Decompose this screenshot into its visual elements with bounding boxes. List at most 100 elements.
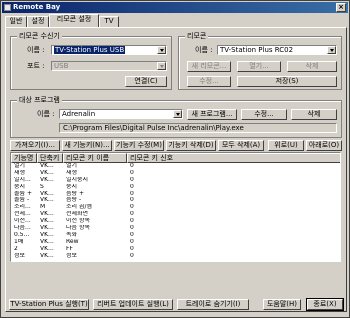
table-cell: 0 [130, 176, 134, 183]
table-cell: VK... [40, 252, 54, 259]
list-header: 기능명 단축키 리모콘 키 이름 리모콘 키 신호 [11, 153, 340, 163]
table-cell: VK... [40, 245, 54, 252]
table-row[interactable]: 이전... VK... 이전 항목 0 [11, 218, 340, 225]
table-cell: 0 [130, 190, 134, 197]
chevron-down-icon[interactable] [157, 46, 166, 54]
program-path: C:\Program Files\Digital Pulse Inc\adren… [59, 123, 337, 133]
target-program-group: 대상 프로그램 이름 : Adrenalin 새 프로그램... 수정... 삭… [10, 96, 342, 138]
delete-function-key-button[interactable]: 기능키 삭제(D) [166, 140, 216, 151]
save-remote-button[interactable]: 저장(S) [237, 76, 337, 87]
table-cell: 0 [130, 252, 134, 259]
remote-group-label: 리모콘 [185, 32, 209, 40]
table-cell: Rew [66, 238, 79, 245]
table-row[interactable]: 볼륨 + VK... 음량 + 0 [11, 191, 340, 198]
table-cell: 중지 [14, 183, 26, 190]
remote-name-select[interactable]: TV-Station Plus RC02 [217, 45, 337, 55]
table-row[interactable]: 다음... VK... 다음 항목 0 [11, 225, 340, 232]
table-cell: 정보 [66, 252, 78, 259]
remote-group: 리모콘 이름 : TV-Station Plus RC02 새 리모콘... 열… [178, 32, 342, 90]
chevron-down-icon[interactable] [173, 110, 182, 118]
table-cell: 소리... [14, 204, 31, 211]
exit-button[interactable]: 종료(X) [306, 298, 344, 311]
list-rows: 열기 VK... 열기 0 재생 VK... 재생 0 일시... VK... 일시중지 0 중지 S 중지… [11, 163, 340, 261]
table-row[interactable]: 중지 S 중지 0 [11, 184, 340, 191]
import-button[interactable]: 가져오기(I)... [10, 140, 60, 151]
target-name-select[interactable]: Adrenalin [59, 109, 183, 119]
tab-tv[interactable]: TV [99, 16, 119, 27]
table-cell: 1배 [14, 238, 24, 245]
help-button[interactable]: 도움말(H) [263, 299, 301, 310]
close-icon[interactable]: × [336, 3, 346, 12]
remote-name-value: TV-Station Plus RC02 [220, 46, 294, 54]
table-cell: 중지 [66, 183, 78, 190]
table-cell: 0 [130, 218, 134, 225]
move-up-button[interactable]: 위로(U) [268, 140, 304, 151]
table-row[interactable]: 볼륨 - VK... 음량 - 0 [11, 197, 340, 204]
new-function-key-button[interactable]: 새 기능키(N)... [62, 140, 112, 151]
column-header-remote-key-signal[interactable]: 리모콘 키 신호 [127, 153, 340, 163]
table-cell: VK... [40, 238, 54, 245]
new-program-button[interactable]: 새 프로그램... [187, 109, 237, 120]
table-cell: 이전... [14, 218, 31, 225]
table-row[interactable]: 정보 VK... 정보 0 [11, 253, 340, 260]
target-group-label: 대상 프로그램 [17, 96, 62, 104]
table-cell: 0 [130, 163, 134, 169]
table-cell: 2 [14, 245, 18, 252]
new-remote-button[interactable]: 새 리모콘... [187, 61, 231, 72]
table-row[interactable]: 재생 VK... 재생 0 [11, 170, 340, 177]
edit-remote-button[interactable]: 수정... [187, 76, 231, 87]
table-cell: 정보 [14, 252, 26, 259]
column-header-shortcut[interactable]: 단축키 [37, 153, 63, 163]
table-cell: 열기 [14, 163, 26, 169]
table-cell: VK... [40, 190, 54, 197]
table-cell: VK... [40, 225, 54, 232]
table-row[interactable]: 일시... VK... 일시중지 0 [11, 177, 340, 184]
table-cell: 전체... [14, 211, 31, 218]
table-cell: 일시... [14, 176, 31, 183]
window-title: Remote Bay [13, 3, 61, 11]
delete-all-button[interactable]: 모두 삭제(A) [218, 140, 264, 151]
tab-general[interactable]: 일반 [5, 16, 27, 27]
table-cell: S [40, 183, 44, 190]
open-remote-button[interactable]: 열기... [237, 61, 281, 72]
table-cell: 0 [130, 211, 134, 218]
table-row[interactable]: 0.5... VK... 녹화 0 [11, 232, 340, 239]
move-down-button[interactable]: 아래로(O) [306, 140, 342, 151]
column-header-remote-key-name[interactable]: 리모콘 키 이름 [63, 153, 127, 163]
edit-function-key-button[interactable]: 기능키 수정(M) [114, 140, 164, 151]
launch-tv-station-button[interactable]: TV-Station Plus 실행(T) [9, 299, 89, 310]
table-cell: VK... [40, 176, 54, 183]
table-cell: 열기 [66, 163, 78, 169]
receiver-group: 리모콘 수신기 이름 : TV-Station Plus USB 포트 : US… [10, 32, 172, 90]
table-cell: 0.5... [14, 231, 30, 238]
table-cell: 0 [130, 231, 134, 238]
table-cell: VK... [40, 197, 54, 204]
delete-remote-button[interactable]: 삭제 [287, 61, 337, 72]
function-key-list[interactable]: 기능명 단축키 리모콘 키 이름 리모콘 키 신호 열기 VK... 열기 0 재생 VK… [10, 152, 341, 262]
receiver-name-select[interactable]: TV-Station Plus USB [51, 45, 167, 55]
table-cell: 0 [130, 225, 134, 232]
edit-program-button[interactable]: 수정... [241, 109, 287, 120]
tab-settings[interactable]: 설정 [27, 16, 49, 27]
table-cell: 다음 항목 [66, 225, 90, 232]
app-icon [4, 4, 11, 11]
tab-remote-settings[interactable]: 리모콘 설정 [49, 14, 99, 27]
column-header-function[interactable]: 기능명 [11, 153, 37, 163]
table-cell: 녹화 [66, 231, 78, 238]
chevron-down-icon[interactable] [327, 46, 336, 54]
table-row[interactable]: 열기 VK... 열기 0 [11, 163, 340, 170]
table-row[interactable]: 소리... M 소리 끔/켬 0 [11, 204, 340, 211]
firmware-update-button[interactable]: 리버트 업데이트 실행(L) [93, 299, 173, 310]
title-bar[interactable]: Remote Bay × [2, 2, 348, 13]
table-row[interactable]: 전체... VK... 전체화면 0 [11, 211, 340, 218]
receiver-group-label: 리모콘 수신기 [17, 32, 62, 40]
receiver-port-select[interactable]: USB [51, 61, 167, 71]
table-cell: 볼륨 + [14, 190, 32, 197]
hide-to-tray-button[interactable]: 트레이로 숨기기(I) [177, 299, 249, 310]
table-row[interactable]: 2 VK... FF 0 [11, 246, 340, 253]
delete-program-button[interactable]: 삭제 [291, 109, 337, 120]
connect-button[interactable]: 연결(C) [125, 76, 167, 87]
table-row[interactable]: 1배 VK... Rew 0 [11, 239, 340, 246]
chevron-down-icon[interactable] [157, 62, 166, 70]
table-cell: 음량 + [66, 190, 84, 197]
